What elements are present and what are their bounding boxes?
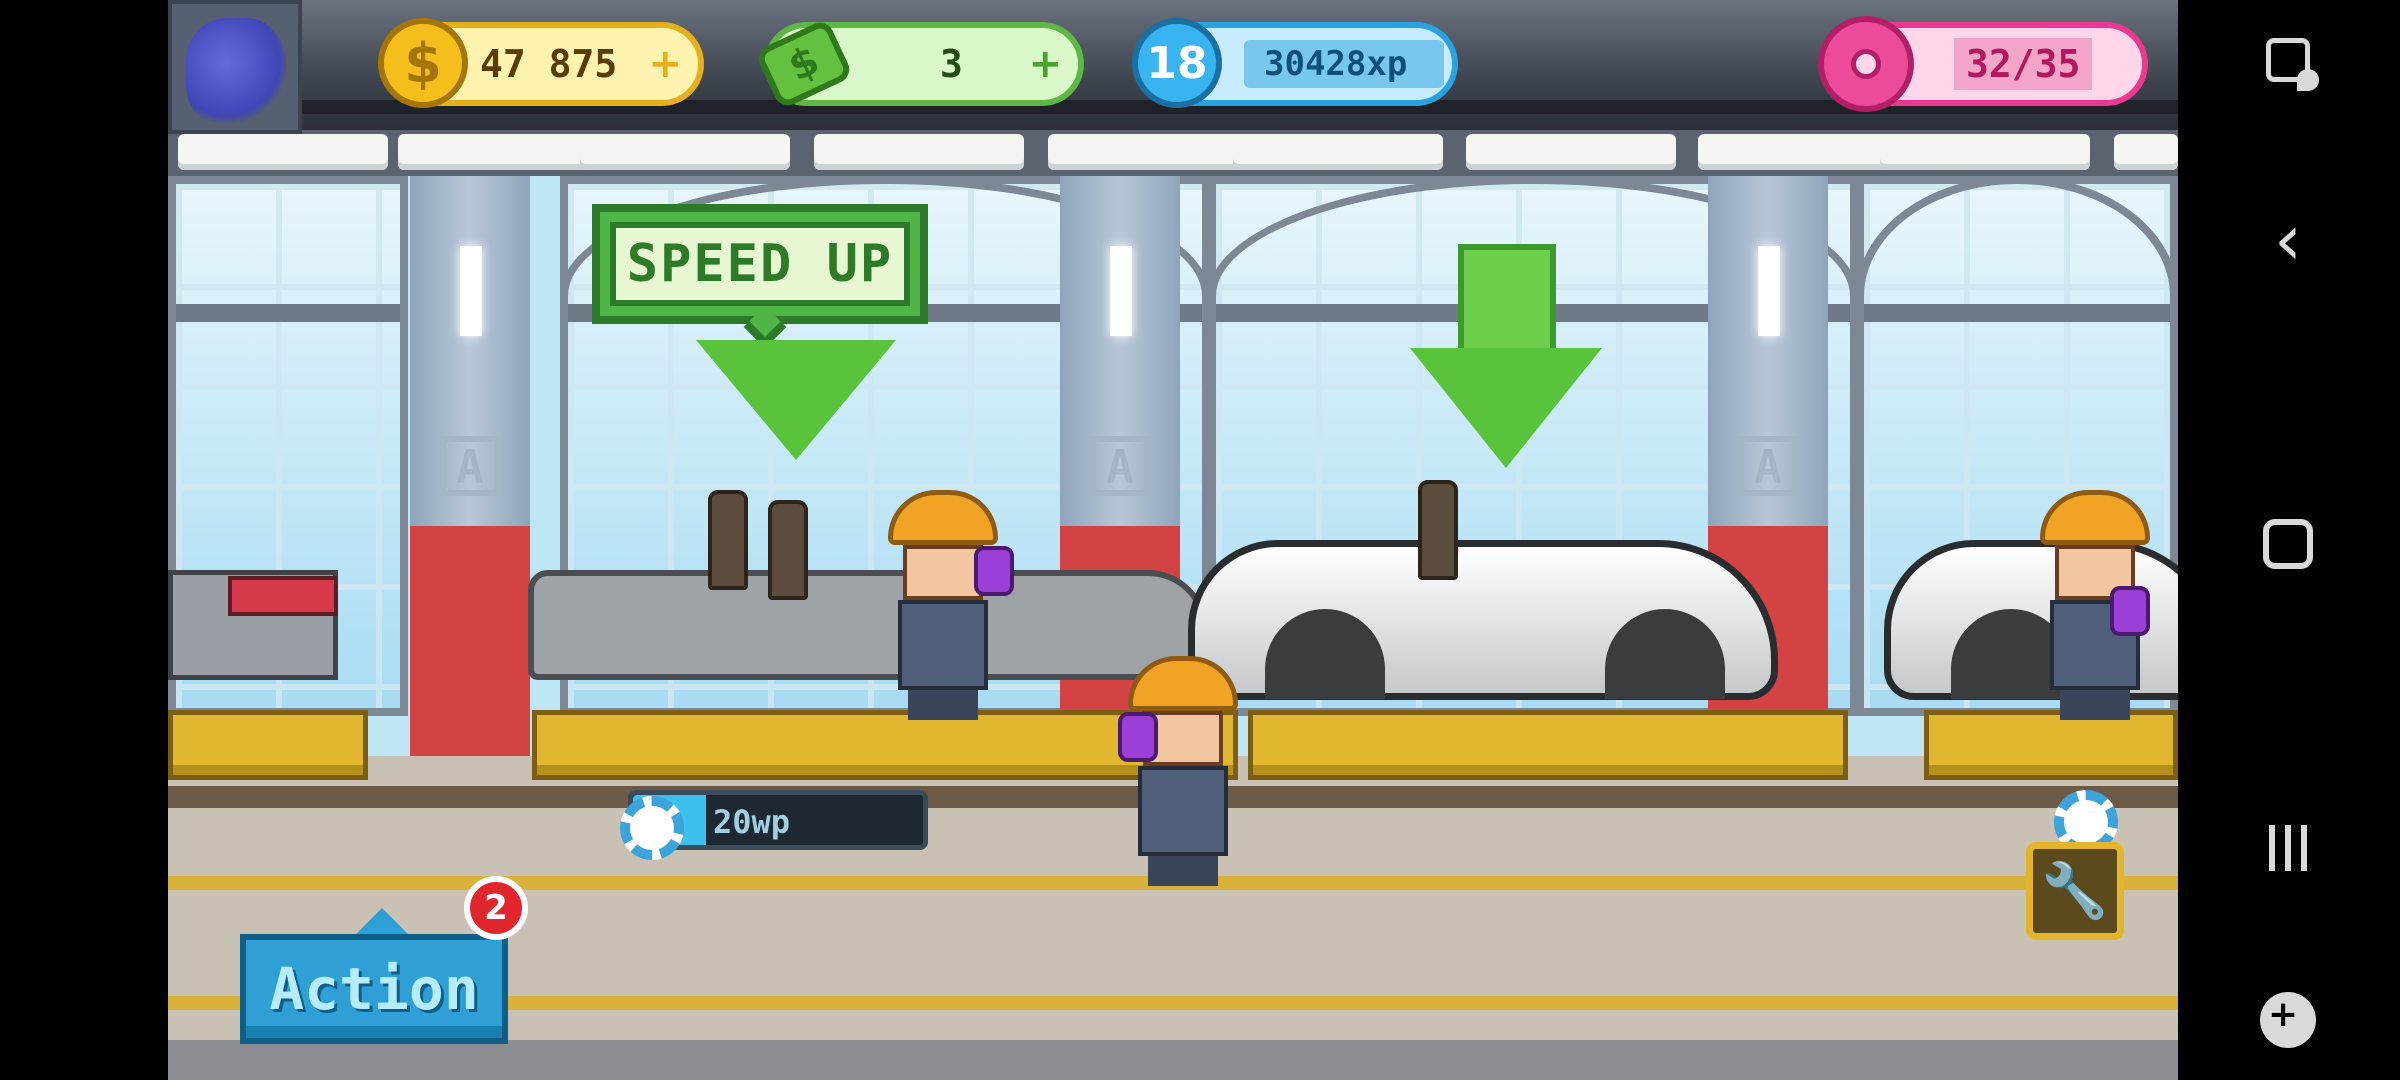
worker[interactable] [888,490,1014,720]
donut-icon [1818,16,1914,112]
cash-counter[interactable]: $ 3 + [754,18,1084,110]
ceiling-light [178,134,388,170]
worker[interactable] [2040,490,2150,720]
system-navigation-bar: ‹ [2178,0,2400,1080]
ceiling-light [1048,134,1258,170]
touch-lock-icon [2266,38,2319,91]
conveyor-platform [1248,710,1848,780]
gamepad-icon [2260,992,2316,1048]
level-number: 18 [1146,37,1208,89]
touch-protection-button[interactable] [2248,20,2328,100]
coin-icon: $ [378,18,468,108]
ceiling-light [814,134,1024,170]
conveyor-platform [168,710,368,780]
action-label: Action [269,955,479,1023]
action-button[interactable]: Action [240,908,508,1044]
engine-cover [228,576,338,616]
car-seat [708,490,748,590]
ceiling-light [398,134,608,170]
factory-pillar: A [410,176,530,756]
car-body[interactable] [1188,540,1778,700]
gear-icon [620,796,684,860]
xp-counter[interactable]: 18 30428xp [1132,18,1458,108]
home-button[interactable] [2248,504,2328,584]
recent-apps-button[interactable] [2248,808,2328,888]
speed-up-sign[interactable]: SPEED UP [592,204,928,349]
level-badge-icon: 18 [1132,18,1222,108]
wrench-button[interactable]: 🔧 [2026,842,2124,940]
wrench-icon: 🔧 [2041,859,2109,922]
player-avatar[interactable] [168,0,302,134]
car-seat [1418,480,1458,580]
game-tools-button[interactable] [2248,980,2328,1060]
speed-up-label: SPEED UP [626,234,894,294]
home-icon [2263,519,2313,569]
ceiling-light [2114,134,2178,170]
back-button[interactable]: ‹ [2248,199,2328,281]
add-cash-button[interactable]: + [1028,41,1062,87]
car-seat [768,500,808,600]
notification-badge: 2 [464,876,528,940]
coin-counter[interactable]: $ 47 875 + [378,18,704,108]
ceiling-light [1880,134,2090,170]
xp-amount: 30428xp [1264,44,1408,84]
car-chassis[interactable] [528,570,1208,680]
recent-apps-icon [2269,825,2307,871]
donut-amount: 32/35 [1954,38,2093,90]
cash-amount: 3 [940,42,963,86]
back-icon: ‹ [2274,199,2302,281]
ceiling-light [1698,134,1908,170]
ceiling-light [1233,134,1443,170]
game-viewport[interactable]: A A A SPEED UP 20wp $ 47 875 + $ 3 + 18 … [168,0,2178,1080]
coin-amount: 47 875 [480,42,618,86]
donut-counter[interactable]: 32/35 [1818,16,2148,112]
ceiling-light [1466,134,1676,170]
work-progress-text: 20wp [713,803,791,841]
add-coins-button[interactable]: + [648,41,682,87]
conveyor-platform [1924,710,2178,780]
player-worker[interactable] [1118,656,1238,886]
ceiling-light [580,134,790,170]
caret-up-icon [356,908,408,934]
